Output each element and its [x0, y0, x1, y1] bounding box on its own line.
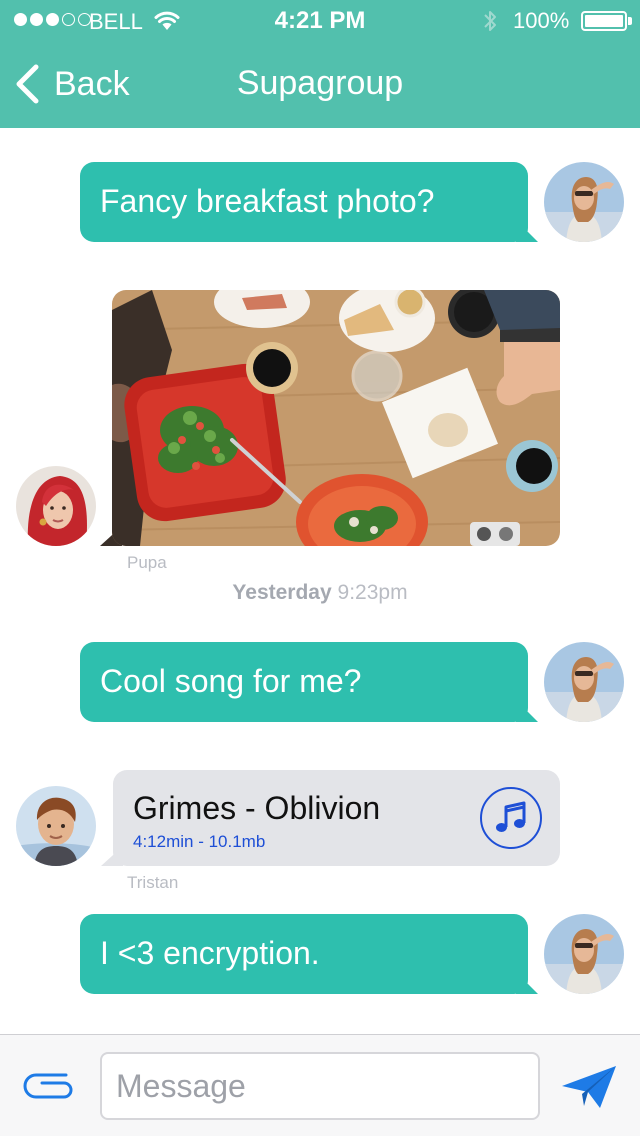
outgoing-message-bubble[interactable]: Cool song for me?: [80, 642, 528, 722]
bluetooth-icon: [484, 11, 496, 31]
message-input[interactable]: [100, 1052, 540, 1120]
song-details: 4:12min - 10.1mb: [133, 832, 266, 851]
my-avatar[interactable]: [544, 914, 624, 994]
my-avatar[interactable]: [544, 642, 624, 722]
message-text: Cool song for me?: [100, 663, 362, 699]
battery-tip: [628, 17, 632, 25]
header: BELL 4:21 PM 100% Back Supagroup: [0, 0, 640, 128]
song-title: Grimes - Oblivion: [133, 790, 381, 826]
message-text: I <3 encryption.: [100, 935, 320, 971]
navigation-bar: Back Supagroup: [0, 40, 640, 128]
sender-avatar-pupa[interactable]: [16, 466, 96, 546]
battery-icon: [581, 11, 627, 31]
status-bar: BELL 4:21 PM 100%: [0, 0, 640, 40]
timestamp-time: 9:23pm: [337, 581, 408, 604]
timestamp: Yesterday 9:23pm: [0, 581, 640, 605]
sender-name: Pupa: [127, 553, 167, 572]
outgoing-message-bubble[interactable]: Fancy breakfast photo?: [80, 162, 528, 242]
message-composer: [0, 1034, 640, 1136]
my-avatar[interactable]: [544, 162, 624, 242]
message-text: Fancy breakfast photo?: [100, 183, 435, 219]
paper-plane-icon[interactable]: [560, 1064, 618, 1110]
sender-avatar-tristan[interactable]: [16, 786, 96, 866]
outgoing-message-bubble[interactable]: I <3 encryption.: [80, 914, 528, 994]
breakfast-photo[interactable]: [112, 290, 560, 546]
music-note-icon: [496, 801, 526, 832]
battery-percentage: 100%: [513, 8, 570, 33]
sender-name: Tristan: [127, 873, 179, 892]
timestamp-day: Yesterday: [232, 581, 332, 604]
paperclip-icon[interactable]: [20, 1071, 80, 1101]
conversation-title: Supagroup: [236, 64, 404, 102]
audio-message-bubble[interactable]: Grimes - Oblivion 4:12min - 10.1mb: [113, 770, 560, 866]
play-audio-button[interactable]: [480, 787, 542, 849]
